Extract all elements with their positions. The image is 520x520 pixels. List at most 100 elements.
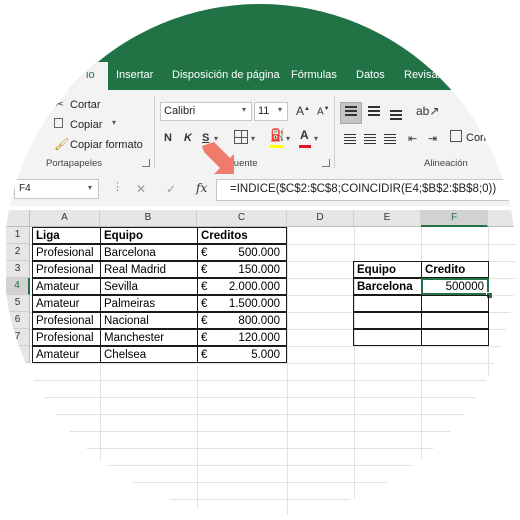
orientation-icon[interactable]: ab↗ — [416, 104, 439, 118]
cell-creditos[interactable]: €2.000.000 — [197, 278, 287, 295]
column-header-f[interactable]: F — [421, 210, 488, 227]
tab-formulas[interactable]: Fórmulas — [291, 69, 337, 81]
tab-data[interactable]: Datos — [356, 69, 385, 81]
row-header-1[interactable]: 1 — [6, 227, 30, 244]
cell-liga[interactable]: Amateur — [32, 295, 101, 312]
header-cell-liga[interactable]: Liga — [32, 227, 101, 244]
column-header-e[interactable]: E — [354, 210, 421, 227]
column-header-c[interactable]: C — [197, 210, 287, 227]
decrease-indent-icon[interactable]: ⇤ — [408, 132, 417, 145]
tab-review[interactable]: Revisar — [404, 69, 441, 81]
cell-equipo[interactable]: Real Madrid — [100, 261, 198, 278]
header-cell-equipo[interactable]: Equipo — [100, 227, 198, 244]
format-painter-icon[interactable]: 🖌 — [54, 137, 69, 151]
row-header-7[interactable]: 7 — [6, 329, 30, 346]
cell-equipo[interactable]: Sevilla — [100, 278, 198, 295]
tab-page-layout[interactable]: Disposición de página — [172, 69, 280, 81]
name-box[interactable]: F4 ▾ — [14, 179, 99, 199]
cell-liga[interactable]: Profesional — [32, 312, 101, 329]
italic-button[interactable]: K — [184, 132, 192, 144]
cell-creditos[interactable]: €150.000 — [197, 261, 287, 278]
column-header-a[interactable]: A — [30, 210, 100, 227]
chevron-down-icon[interactable]: ▾ — [112, 118, 116, 127]
align-right-icon[interactable] — [384, 134, 396, 135]
chevron-down-icon[interactable]: ▾ — [286, 134, 290, 143]
increase-indent-icon[interactable]: ⇥ — [428, 132, 437, 145]
lookup-header-credito[interactable]: Credito — [421, 261, 489, 278]
font-launcher-icon[interactable] — [322, 159, 330, 167]
bold-button[interactable]: N — [164, 132, 172, 144]
lookup-header-equipo[interactable]: Equipo — [353, 261, 422, 278]
lookup-empty-cell[interactable] — [353, 295, 422, 312]
row-header-8[interactable]: 8 — [6, 346, 30, 363]
select-all-corner[interactable] — [6, 210, 30, 227]
lookup-result-cell-selected[interactable]: 500000 — [421, 278, 489, 295]
decrease-font-icon[interactable]: A▼ — [317, 106, 330, 117]
cell-liga[interactable]: Amateur — [32, 278, 101, 295]
gridline-horizontal — [30, 448, 516, 449]
borders-icon[interactable] — [234, 130, 248, 144]
cell-equipo[interactable]: Palmeiras — [100, 295, 198, 312]
column-header-b[interactable]: B — [100, 210, 197, 227]
increase-font-icon[interactable]: A▲ — [296, 104, 310, 118]
cell-equipo[interactable]: Nacional — [100, 312, 198, 329]
row-header-2[interactable]: 2 — [6, 244, 30, 261]
row-header-3[interactable]: 3 — [6, 261, 30, 278]
cell-creditos[interactable]: €800.000 — [197, 312, 287, 329]
scissors-icon[interactable]: ✂ — [54, 97, 64, 111]
font-color-icon[interactable]: A — [300, 128, 309, 142]
font-name-value: Calibri — [164, 105, 196, 117]
tab-home[interactable] — [34, 62, 108, 90]
merge-center-icon[interactable] — [450, 130, 462, 142]
more-options-icon[interactable]: ⋮ — [112, 180, 123, 193]
group-divider — [334, 96, 335, 168]
fill-color-icon[interactable]: ⛽ — [270, 128, 285, 142]
font-size-dropdown[interactable]: 11 ▾ — [254, 102, 288, 121]
cell-liga[interactable]: Profesional — [32, 329, 101, 346]
cancel-icon[interactable]: ✕ — [136, 182, 146, 196]
cell-creditos[interactable]: €1.500.000 — [197, 295, 287, 312]
cut-button[interactable]: Cortar — [70, 99, 101, 111]
tab-home-label[interactable]: io — [86, 69, 95, 81]
cell-equipo[interactable]: Chelsea — [100, 346, 198, 363]
lookup-empty-cell[interactable] — [421, 295, 489, 312]
lookup-empty-cell[interactable] — [421, 329, 489, 346]
cell-liga[interactable]: Amateur — [32, 346, 101, 363]
currency-symbol: € — [201, 281, 208, 293]
cell-creditos[interactable]: €500.000 — [197, 244, 287, 261]
chevron-down-icon: ▾ — [278, 105, 283, 114]
tab-insert[interactable]: Insertar — [116, 69, 153, 81]
cell-liga[interactable]: Profesional — [32, 244, 101, 261]
format-painter-button[interactable]: Copiar formato — [70, 139, 143, 151]
align-center-icon[interactable] — [364, 134, 376, 135]
cell-equipo[interactable]: Manchester — [100, 329, 198, 346]
chevron-down-icon[interactable]: ▾ — [314, 134, 318, 143]
merge-center-button[interactable]: Con — [466, 132, 486, 144]
cell-equipo[interactable]: Barcelona — [100, 244, 198, 261]
lookup-empty-cell[interactable] — [353, 329, 422, 346]
row-header-6[interactable]: 6 — [6, 312, 30, 329]
chevron-down-icon[interactable]: ▾ — [251, 134, 255, 143]
column-header-d[interactable]: D — [287, 210, 354, 227]
cell-creditos[interactable]: €5.000 — [197, 346, 287, 363]
lookup-empty-cell[interactable] — [421, 312, 489, 329]
align-bottom-icon[interactable] — [390, 110, 402, 112]
lookup-team-cell[interactable]: Barcelona — [353, 278, 422, 295]
cell-creditos[interactable]: €120.000 — [197, 329, 287, 346]
insert-function-icon[interactable]: fx — [196, 181, 207, 195]
font-name-dropdown[interactable]: Calibri ▾ — [160, 102, 252, 121]
copy-icon[interactable] — [54, 118, 63, 128]
gridline-horizontal — [30, 414, 516, 415]
align-middle-icon[interactable] — [368, 110, 380, 112]
clipboard-launcher-icon[interactable] — [142, 159, 150, 167]
row-header-4[interactable]: 4 — [6, 278, 30, 295]
column-header-g[interactable] — [488, 210, 516, 227]
font-color-swatch — [299, 145, 311, 148]
copy-button[interactable]: Copiar — [70, 119, 102, 131]
header-cell-creditos[interactable]: Creditos — [197, 227, 287, 244]
lookup-empty-cell[interactable] — [353, 312, 422, 329]
enter-icon[interactable]: ✓ — [166, 182, 176, 196]
align-left-icon[interactable] — [344, 134, 356, 135]
row-header-5[interactable]: 5 — [6, 295, 30, 312]
cell-liga[interactable]: Profesional — [32, 261, 101, 278]
